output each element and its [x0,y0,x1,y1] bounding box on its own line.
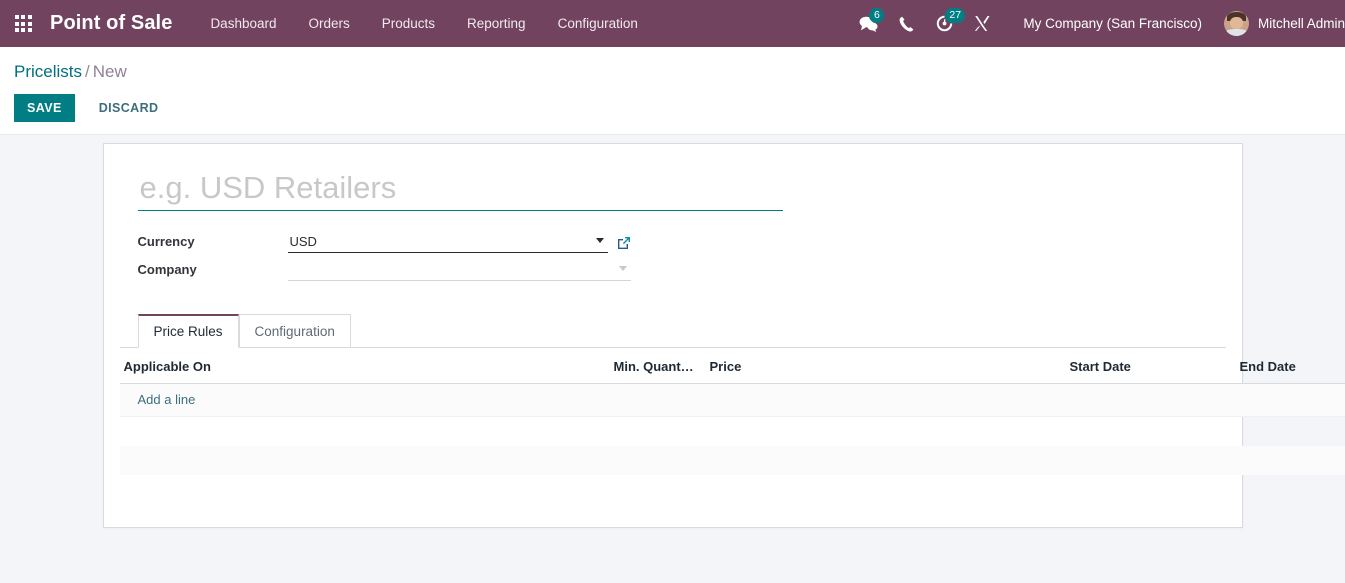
company-switcher[interactable]: My Company (San Francisco) [1001,16,1216,31]
notebook: Price Rules Configuration Applicable On … [120,289,1226,533]
main-menu: Dashboard Orders Products Reporting Conf… [194,0,653,47]
user-menu-label: Mitchell Admin [1249,16,1345,31]
tools-button[interactable] [963,0,1001,47]
column-header-applicable-on[interactable]: Applicable On [120,348,480,384]
column-header-price[interactable]: Price [706,348,1066,384]
notebook-tabs: Price Rules Configuration [120,313,1226,348]
avatar [1224,11,1249,36]
field-row-currency: Currency [138,233,1226,261]
breadcrumb-item-current: New [93,62,127,81]
form-sheet: Currency Company [103,143,1243,528]
activities-badge: 27 [945,8,965,23]
breadcrumb-item-pricelists[interactable]: Pricelists [14,62,82,81]
form-view: Currency Company [0,135,1345,583]
apps-grid-icon [15,15,32,32]
breadcrumb: Pricelists/New [0,57,1345,82]
phone-button[interactable] [887,0,925,47]
field-label-currency: Currency [138,234,288,249]
messages-button[interactable]: 6 [849,0,887,47]
messages-badge: 6 [869,8,884,23]
discard-button[interactable]: DISCARD [87,94,171,122]
add-line-row[interactable]: Add a line [120,384,1345,417]
apps-menu-toggle[interactable] [0,0,46,47]
app-brand-title[interactable]: Point of Sale [46,12,178,35]
table-body: Add a line [120,384,1345,533]
menu-item-configuration[interactable]: Configuration [542,0,654,47]
table-filler-row [120,475,1345,504]
save-button[interactable]: SAVE [14,94,75,122]
table-filler-row [120,417,1345,446]
column-header-end-date[interactable]: End Date [1236,348,1345,384]
menu-item-orders[interactable]: Orders [292,0,365,47]
currency-input[interactable] [288,234,608,253]
table-filler-row [120,504,1345,533]
column-header-min-quantity[interactable]: Min. Quant… [610,348,706,384]
phone-icon [899,16,914,32]
field-control-company [288,261,631,281]
company-input[interactable] [288,262,631,281]
pricelist-name-input[interactable] [138,170,783,211]
field-group: Currency Company [120,211,1226,289]
systray: 6 27 My Company (San Francisco) [849,0,1345,47]
title-row [120,170,1226,211]
field-control-currency [288,233,631,253]
menu-item-reporting[interactable]: Reporting [451,0,542,47]
menu-item-products[interactable]: Products [366,0,451,47]
tools-wrench-icon [974,15,991,32]
tab-price-rules[interactable]: Price Rules [138,314,239,348]
field-row-company: Company [138,261,1226,289]
column-header-start-date[interactable]: Start Date [1066,348,1236,384]
tab-configuration[interactable]: Configuration [239,314,351,348]
table-head: Applicable On Min. Quant… Price Start Da… [120,348,1345,384]
table-filler-row [120,446,1345,475]
add-line-cell[interactable]: Add a line [120,384,1345,417]
control-panel-buttons: SAVE DISCARD [0,82,1345,122]
breadcrumb-separator: / [82,62,93,81]
column-header-spacer [480,348,610,384]
user-menu[interactable]: Mitchell Admin [1216,11,1345,36]
add-a-line-link[interactable]: Add a line [138,392,196,407]
price-rules-table: Applicable On Min. Quant… Price Start Da… [120,348,1345,533]
field-label-company: Company [138,262,288,277]
external-link-icon [617,236,631,250]
table-header-row: Applicable On Min. Quant… Price Start Da… [120,348,1345,384]
activities-button[interactable]: 27 [925,0,963,47]
currency-external-link-button[interactable] [617,236,631,250]
menu-item-dashboard[interactable]: Dashboard [194,0,292,47]
control-panel: Pricelists/New SAVE DISCARD [0,47,1345,135]
top-navbar: Point of Sale Dashboard Orders Products … [0,0,1345,47]
